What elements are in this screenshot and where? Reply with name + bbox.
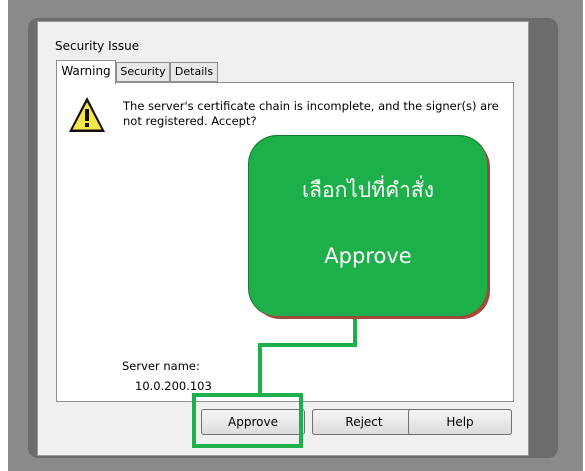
screenshot-stage: Security Issue Warning Security Details … [0, 0, 585, 471]
callout-approve-text: Approve [324, 244, 412, 268]
approve-highlight-box [192, 393, 303, 448]
callout-instruction-text: เลือกไปที่คำสั่ง [301, 178, 435, 202]
instruction-callout: เลือกไปที่คำสั่ง Approve [249, 136, 487, 316]
